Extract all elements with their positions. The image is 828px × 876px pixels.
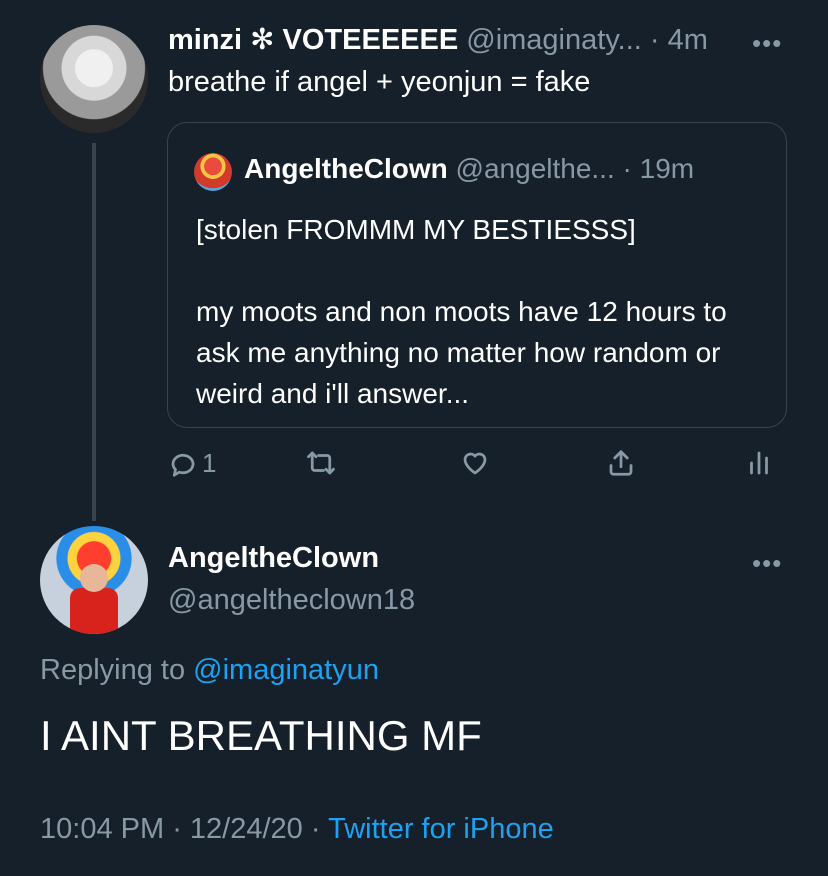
timestamp[interactable]: · 4m (650, 24, 708, 56)
avatar-angeltheclown[interactable] (40, 526, 148, 634)
reply-icon (171, 453, 195, 477)
reply-text: I AINT BREATHING MF (40, 712, 482, 759)
tweet-source[interactable]: Twitter for iPhone (328, 813, 554, 845)
thread-line (92, 143, 96, 521)
tweet-time[interactable]: 10:04 PM (40, 813, 164, 845)
reply-handle[interactable]: @angeltheclown18 (168, 584, 415, 617)
quoted-tweet[interactable]: AngeltheClown @angelthe... · 19m [stolen… (167, 122, 787, 428)
tweet-header: minzi ✻ VOTEEEEEE @imaginaty... · 4m (168, 22, 708, 57)
more-horizontal-icon[interactable]: ••• (752, 28, 782, 59)
reply-count: 1 (202, 448, 217, 478)
like-button[interactable] (460, 448, 490, 478)
replying-to-link[interactable]: @imaginatyun (193, 654, 379, 686)
more-horizontal-icon[interactable]: ••• (752, 548, 782, 579)
avatar-angeltheclown-small (194, 153, 232, 191)
replying-to-label: Replying to (40, 654, 186, 686)
quoted-display-name: AngeltheClown (244, 153, 448, 184)
reply-display-name[interactable]: AngeltheClown (168, 542, 379, 575)
quoted-timestamp: · 19m (622, 153, 695, 184)
quoted-handle: @angelthe... (455, 153, 615, 184)
handle[interactable]: @imaginaty... (466, 24, 642, 56)
like-icon (463, 452, 487, 475)
analytics-icon (750, 451, 768, 475)
tweet-text: breathe if angel + yeonjun = fake (168, 66, 591, 98)
replying-to: Replying to @imaginatyun (40, 654, 379, 687)
retweet-button[interactable] (306, 448, 336, 478)
retweet-icon (307, 451, 335, 475)
quoted-tweet-text: [stolen FROMMM MY BESTIESSS] my moots an… (196, 214, 727, 409)
share-icon (609, 450, 633, 476)
tweet-meta: 10:04 PM · 12/24/20 · Twitter for iPhone (40, 813, 554, 845)
share-button[interactable] (606, 448, 636, 478)
tweet-date[interactable]: 12/24/20 (190, 813, 303, 845)
reply-button[interactable]: 1 (168, 448, 216, 479)
quoted-tweet-header: AngeltheClown @angelthe... · 19m (244, 153, 694, 185)
display-name[interactable]: minzi ✻ VOTEEEEEE (168, 24, 458, 56)
avatar-minzi[interactable] (40, 25, 148, 133)
analytics-button[interactable] (744, 448, 774, 478)
